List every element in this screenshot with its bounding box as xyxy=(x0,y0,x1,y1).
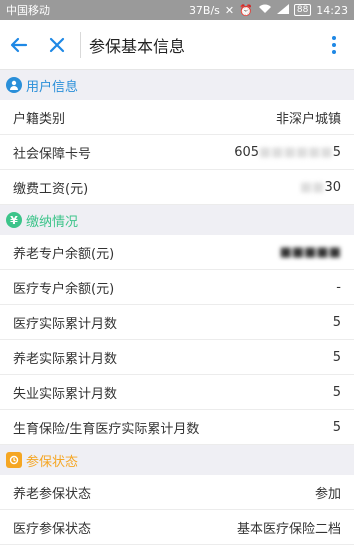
row-pension-balance: 养老专户余额(元) ■■■■■ xyxy=(0,235,354,270)
header-divider xyxy=(80,31,81,58)
row-medical-months: 医疗实际累计月数 5 xyxy=(0,305,354,340)
top-bar: 参保基本信息 xyxy=(0,20,354,70)
row-label: 生育保险/生育医疗实际累计月数 xyxy=(13,421,200,437)
section-user-info-header: 用户信息 xyxy=(0,70,354,100)
row-label: 养老专户余额(元) xyxy=(13,246,115,262)
signal-icon xyxy=(276,4,289,16)
section-status-header: 参保状态 xyxy=(0,445,354,475)
back-button[interactable] xyxy=(0,20,38,70)
alarm-icon: ⏰ xyxy=(239,3,253,17)
card-number-masked: ■■■■■■ xyxy=(259,144,333,160)
row-value: 5 xyxy=(332,419,341,435)
row-medical-status: 医疗参保状态 基本医疗保险二档 xyxy=(0,510,354,545)
row-value: 非深户城镇 xyxy=(275,111,341,127)
row-value: 605■■■■■■5 xyxy=(234,145,341,160)
row-medical-balance: 医疗专户余额(元) - xyxy=(0,270,354,305)
wage-masked: ■■ xyxy=(299,179,325,195)
row-value: 5 xyxy=(332,314,341,330)
row-social-card-number: 社会保障卡号 605■■■■■■5 xyxy=(0,135,354,170)
row-label: 缴费工资(元) xyxy=(13,181,89,197)
row-maternity-months: 生育保险/生育医疗实际累计月数 5 xyxy=(0,410,354,445)
network-speed: 37B/s xyxy=(188,3,220,17)
section-payment-header: ¥ 缴纳情况 xyxy=(0,205,354,235)
row-label: 户籍类别 xyxy=(13,111,66,127)
close-button[interactable] xyxy=(38,20,76,70)
row-label: 养老实际累计月数 xyxy=(13,351,118,367)
row-label: 医疗实际累计月数 xyxy=(13,316,118,332)
battery-icon: 88 xyxy=(293,4,312,16)
status-bar: 中国移动 37B/s ✕ ⏰ 88 14:23 xyxy=(0,0,354,20)
back-arrow-icon xyxy=(10,37,28,52)
more-menu-button[interactable] xyxy=(314,35,354,55)
row-value: 参加 xyxy=(314,486,341,502)
card-number-visible: 605 xyxy=(234,144,260,160)
card-number-tail: 5 xyxy=(332,144,341,160)
clock: 14:23 xyxy=(316,3,348,17)
status-right: 37B/s ✕ ⏰ 88 14:23 xyxy=(189,4,348,17)
row-unemployment-months: 失业实际累计月数 5 xyxy=(0,375,354,410)
row-contribution-wage: 缴费工资(元) ■■30 xyxy=(0,170,354,205)
carrier-label: 中国移动 xyxy=(6,4,50,17)
row-value: ■■30 xyxy=(300,180,341,195)
row-label: 社会保障卡号 xyxy=(13,146,92,162)
row-pension-status: 养老参保状态 参加 xyxy=(0,475,354,510)
section-status-title: 参保状态 xyxy=(26,454,79,470)
status-icon xyxy=(6,452,22,468)
row-household-type: 户籍类别 非深户城镇 xyxy=(0,100,354,135)
close-icon xyxy=(49,37,65,52)
pension-balance-masked: ■■■■■ xyxy=(279,244,341,260)
row-label: 养老参保状态 xyxy=(13,486,92,502)
row-label: 医疗参保状态 xyxy=(13,521,92,537)
more-vertical-icon xyxy=(332,35,336,54)
row-value: 基本医疗保险二档 xyxy=(236,521,341,537)
row-value: - xyxy=(336,279,341,295)
row-label: 医疗专户余额(元) xyxy=(13,281,115,297)
page-title: 参保基本信息 xyxy=(89,36,186,56)
row-value: 5 xyxy=(332,349,341,365)
row-pension-months: 养老实际累计月数 5 xyxy=(0,340,354,375)
person-icon xyxy=(6,77,22,93)
bluetooth-off-icon: ✕ xyxy=(224,3,235,17)
yen-icon: ¥ xyxy=(6,212,22,228)
wifi-icon xyxy=(258,4,272,16)
wage-visible: 30 xyxy=(324,179,341,195)
row-value: 5 xyxy=(332,384,341,400)
section-user-info-title: 用户信息 xyxy=(26,79,79,95)
section-payment-title: 缴纳情况 xyxy=(26,214,79,230)
row-label: 失业实际累计月数 xyxy=(13,386,118,402)
